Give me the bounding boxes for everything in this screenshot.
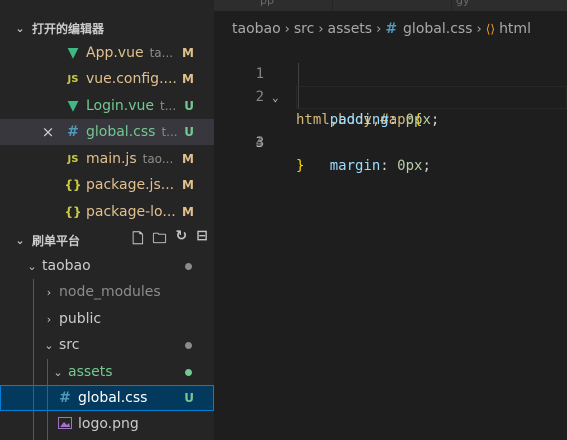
vue-file-icon: ▼ (67, 98, 79, 114)
new-folder-icon[interactable]: 🗀 (153, 228, 167, 252)
editor-pane: pp gy taobao › src › assets › # global.c… (214, 0, 567, 440)
file-name: Login.vue (86, 98, 154, 114)
folder-name: src (59, 337, 80, 353)
chevron-down-icon: ⌄ (15, 21, 25, 35)
breadcrumb: taobao › src › assets › # global.css › ⟨… (214, 18, 531, 40)
git-status-badge: U (184, 99, 194, 113)
git-status-badge: M (182, 152, 194, 166)
git-status-badge: M (182, 46, 194, 60)
chevron-down-icon: ⌄ (53, 365, 63, 379)
code-line: 1 ⌄ html,body,#app{ (214, 40, 567, 128)
file-path-desc: tao... (142, 152, 174, 166)
tree-folder[interactable]: ⌄ taobao (0, 253, 214, 279)
chevron-down-icon: ⌄ (44, 338, 54, 352)
git-status-badge: U (184, 125, 194, 139)
chevron-down-icon: ⌄ (15, 233, 25, 247)
open-editor-item-active[interactable]: × # global.css t... U (0, 119, 214, 145)
css-file-icon: # (67, 124, 79, 140)
untracked-dot (185, 368, 192, 376)
code-line: 4 } (214, 109, 567, 174)
json-file-icon: {} (64, 205, 82, 219)
folder-name: assets (68, 364, 113, 380)
css-file-icon: # (385, 21, 398, 37)
indent-guide (33, 279, 34, 440)
folder-name: public (59, 311, 102, 327)
line-number: 4 (255, 135, 264, 151)
indent-guide (47, 359, 48, 440)
open-editor-item[interactable]: {} package-lo... M (0, 199, 214, 225)
code-text: } (296, 155, 304, 178)
tab[interactable] (333, 0, 452, 11)
git-status-badge: U (184, 391, 194, 405)
image-file-icon (56, 416, 74, 432)
file-path-desc: t... (161, 125, 178, 139)
file-name: vue.config.... (86, 71, 177, 87)
chevron-right-icon: › (46, 312, 52, 326)
file-name: package.js... (86, 177, 175, 193)
vue-file-icon: ▼ (67, 45, 79, 61)
file-path-desc: ta... (149, 46, 174, 60)
close-icon[interactable]: × (38, 123, 58, 141)
open-editor-item[interactable]: {} package.js... M (0, 172, 214, 198)
chevron-right-icon: › (318, 21, 324, 37)
file-name: package-lo... (86, 204, 176, 220)
symbol-icon: ⟨⟩ (485, 22, 496, 36)
open-editor-item[interactable]: ▼ App.vue ta... M (0, 40, 214, 66)
code-text: margin: 0px; (296, 155, 431, 178)
json-file-icon: {} (64, 178, 82, 192)
breadcrumb-item[interactable]: src (294, 21, 314, 37)
breadcrumb-item[interactable]: assets (328, 21, 373, 37)
code-line: 2 padding: 0px; (214, 63, 567, 128)
explorer-sidebar: ⌄ 打开的编辑器 ▼ App.vue ta... M JS vue.config… (0, 0, 214, 440)
tab[interactable]: pp (214, 0, 333, 11)
breadcrumb-item[interactable]: global.css (403, 21, 472, 37)
code-editor[interactable]: 1 ⌄ html,body,#app{ 2 padding: 0px; 3 ma… (214, 40, 567, 174)
explorer-toolbar: 🗋 🗀 ↻ ⊟ (132, 228, 208, 252)
git-status-badge: M (182, 178, 194, 192)
tab-label: pp (260, 0, 274, 7)
semicolon: ; (422, 158, 431, 174)
file-name: global.css (86, 124, 156, 140)
css-value: 0px (397, 158, 423, 174)
breadcrumb-item[interactable]: taobao (232, 21, 281, 37)
open-editor-item[interactable]: ▼ Login.vue t... U (0, 93, 214, 119)
open-editor-item[interactable]: JS vue.config.... M (0, 66, 214, 92)
chevron-right-icon: › (284, 21, 290, 37)
code-line-current: 3 margin: 0px; (214, 86, 567, 174)
open-editors-header[interactable]: ⌄ 打开的编辑器 (0, 16, 214, 40)
current-line-highlight (296, 86, 567, 109)
file-name: main.js (86, 151, 137, 167)
tab-strip: pp gy (214, 0, 567, 11)
open-editors-title: 打开的编辑器 (32, 21, 105, 36)
js-file-icon: JS (67, 153, 79, 165)
js-file-icon: JS (67, 73, 79, 85)
new-file-icon[interactable]: 🗋 (132, 228, 143, 252)
file-name: global.css (78, 390, 148, 406)
folder-name: node_modules (59, 284, 161, 300)
modified-dot (185, 341, 192, 349)
chevron-right-icon: › (476, 21, 482, 37)
css-property: margin (329, 158, 381, 174)
chevron-right-icon: › (376, 21, 382, 37)
open-editor-item[interactable]: JS main.js tao... M (0, 146, 214, 172)
project-title: 刷单平台 (32, 233, 81, 248)
file-path-desc: t... (160, 99, 177, 113)
project-section-header[interactable]: ⌄ 刷单平台 🗋 🗀 ↻ ⊟ (0, 227, 214, 253)
breadcrumb-item[interactable]: html (499, 21, 531, 37)
tab-label: gy (456, 0, 470, 7)
colon: : (380, 158, 389, 174)
tab[interactable]: gy (452, 0, 567, 11)
file-name: App.vue (86, 45, 144, 61)
git-status-badge: M (182, 72, 194, 86)
git-status-badge: M (182, 205, 194, 219)
chevron-down-icon: ⌄ (27, 259, 37, 273)
folder-name: taobao (42, 258, 91, 274)
file-name: logo.png (78, 416, 139, 432)
collapse-all-icon[interactable]: ⊟ (196, 228, 208, 252)
css-file-icon: # (59, 390, 71, 406)
refresh-icon[interactable]: ↻ (176, 228, 188, 252)
close-brace: } (296, 158, 305, 174)
chevron-right-icon: › (46, 285, 52, 299)
modified-dot (185, 262, 192, 270)
